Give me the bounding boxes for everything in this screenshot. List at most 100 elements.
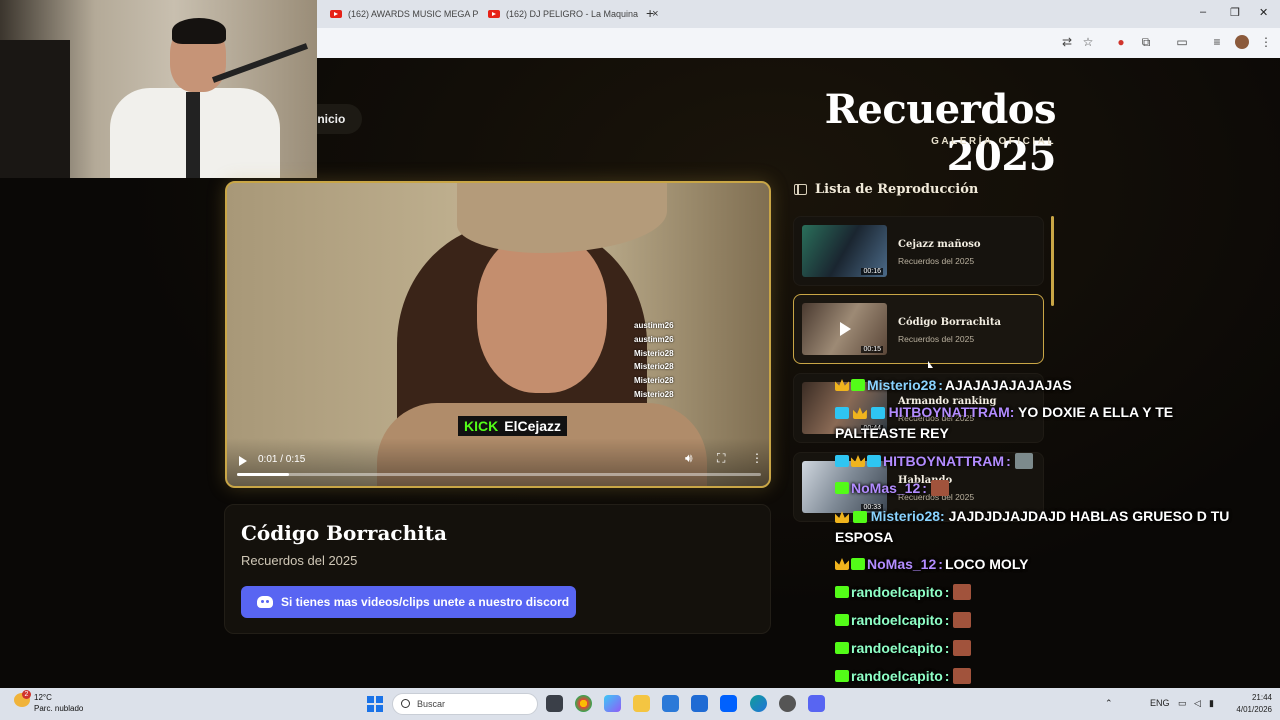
tab-label: (162) DJ PELIGRO - La Maquina: [506, 9, 639, 19]
kick-watermark: KICK ElCejazz: [458, 416, 568, 436]
file-explorer-icon[interactable]: [633, 695, 650, 712]
clock-date[interactable]: 4/01/2026: [1228, 705, 1272, 714]
taskbar-search[interactable]: Buscar: [392, 693, 538, 715]
profile-avatar[interactable]: [1235, 35, 1249, 49]
crown-badge-icon: [851, 455, 865, 467]
discord-button[interactable]: Si tienes mas videos/clips unete a nuest…: [241, 586, 576, 618]
battery-icon[interactable]: ▮: [1209, 698, 1214, 709]
clock-time[interactable]: 21:44: [1240, 693, 1272, 702]
chat-message: HITBOYNATTRAM: YO DOXIE A ELLA Y TE PALT…: [835, 404, 1174, 441]
language-indicator[interactable]: ENG: [1150, 698, 1170, 708]
chat-message: randoelcapito:: [835, 612, 972, 628]
crown-badge-icon: [835, 558, 849, 570]
chat-message: Misterio28: AJAJAJAJAJAJAS: [835, 377, 1072, 393]
kick-badge-icon: [835, 670, 849, 682]
verified-badge-icon: [835, 455, 849, 467]
kick-badge-icon: [851, 558, 865, 570]
video-info-card: Código Borrachita Recuerdos del 2025 Si …: [224, 504, 771, 634]
volume-icon[interactable]: 🔊︎: [685, 451, 693, 466]
dropbox-icon[interactable]: [720, 695, 737, 712]
playlist-thumbnail: 00:15: [802, 303, 887, 355]
play-icon[interactable]: [239, 456, 247, 466]
play-icon: [840, 322, 851, 336]
gem-badge-icon: [867, 455, 881, 467]
playlist-heading: Lista de Reproducción: [794, 182, 978, 197]
cast-icon[interactable]: ▭: [1175, 35, 1189, 49]
gem-badge-icon: [870, 407, 885, 420]
discord-taskbar-icon[interactable]: [808, 695, 825, 712]
more-options-icon[interactable]: ⋮: [751, 451, 763, 465]
webcam-overlay: [0, 0, 317, 178]
settings-gear-icon[interactable]: [779, 695, 796, 712]
browser-tab-1[interactable]: (162) AWARDS MUSIC MEGA P ×: [330, 4, 499, 24]
extensions-icon[interactable]: ⧉: [1139, 35, 1153, 49]
opera-icon[interactable]: ●: [1114, 35, 1128, 49]
playlist-scrollbar[interactable]: [1051, 216, 1054, 306]
video-progress-bar[interactable]: [237, 473, 761, 476]
tab-label: (162) AWARDS MUSIC MEGA P: [348, 9, 479, 19]
video-title: Código Borrachita: [241, 521, 447, 545]
chat-message: Misterio28: JAJDJDJAJDAJD HABLAS GRUESO …: [835, 508, 1230, 545]
edge-icon[interactable]: [750, 695, 767, 712]
kick-badge-icon: [835, 586, 849, 598]
playlist-thumbnail: 00:16: [802, 225, 887, 277]
store-icon[interactable]: [662, 695, 679, 712]
kick-badge-icon: [835, 614, 849, 626]
restore-icon[interactable]: ❐: [1230, 6, 1240, 19]
volume-tray-icon[interactable]: ◁: [1194, 698, 1201, 709]
kick-badge-icon: [835, 482, 849, 494]
chrome-icon[interactable]: [575, 695, 592, 712]
weather-badge: 2: [22, 690, 31, 699]
crown-badge-icon: [835, 379, 849, 391]
video-time: 0:01 / 0:15: [258, 454, 306, 465]
crown-badge-icon: [852, 407, 867, 420]
chat-message: randoelcapito:: [835, 584, 972, 600]
copilot-icon[interactable]: [604, 695, 621, 712]
emote-icon: [953, 668, 972, 684]
video-progress-fill: [237, 473, 290, 476]
chat-message: HITBOYNATTRAM:: [835, 453, 1033, 469]
emote-icon: [953, 640, 972, 656]
fullscreen-icon[interactable]: ⛶: [717, 451, 725, 466]
video-subtitle: Recuerdos del 2025: [241, 553, 358, 568]
playlist-item-active[interactable]: 00:15 Código Borrachita Recuerdos del 20…: [793, 294, 1044, 364]
browser-tab-2[interactable]: (162) DJ PELIGRO - La Maquina ×: [488, 4, 659, 24]
video-controls: 0:01 / 0:15 🔊︎ ⛶ ⋮: [227, 438, 769, 486]
task-view-icon[interactable]: [546, 695, 563, 712]
kick-badge-icon: [835, 642, 849, 654]
chat-message: randoelcapito:: [835, 640, 972, 656]
kick-badge-icon: [852, 511, 867, 524]
chat-message: randoelcapito:: [835, 668, 972, 684]
film-icon: [794, 183, 807, 195]
video-chat-overlay: austinm26 austinm26 Misterio28 Misterio2…: [634, 321, 674, 399]
reading-list-icon[interactable]: ≡: [1210, 35, 1224, 49]
search-icon: [401, 699, 410, 708]
menu-dots-icon[interactable]: ⋮: [1259, 35, 1273, 49]
site-subtitle: GALERÍA OFICIAL: [931, 136, 1056, 147]
video-player[interactable]: austinm26 austinm26 Misterio28 Misterio2…: [225, 181, 771, 488]
outlook-icon[interactable]: [691, 695, 708, 712]
youtube-icon: [330, 10, 342, 18]
chat-message: NoMas_12:: [835, 480, 949, 496]
discord-icon: [257, 596, 273, 608]
minimize-icon[interactable]: –: [1200, 6, 1206, 18]
site-title: Recuerdos 2025: [824, 86, 1057, 180]
network-icon[interactable]: ▭: [1178, 698, 1187, 709]
bookmark-star-icon[interactable]: ☆: [1081, 35, 1095, 49]
verified-badge-icon: [835, 407, 849, 420]
playlist-item[interactable]: 00:16 Cejazz mañoso Recuerdos del 2025: [793, 216, 1044, 286]
crown-badge-icon: [835, 511, 849, 524]
emote-icon: [1014, 453, 1033, 469]
tray-overflow-icon[interactable]: ⌃: [1105, 698, 1113, 709]
weather-desc: Parc. nublado: [34, 704, 84, 713]
windows-start-icon[interactable]: [367, 696, 383, 712]
translate-icon[interactable]: ⇄: [1060, 35, 1074, 49]
emote-icon: [930, 480, 949, 496]
screen: (162) AWARDS MUSIC MEGA P × (162) DJ PEL…: [0, 0, 1280, 720]
chat-message: NoMas_12: LOCO MOLY: [835, 556, 1028, 572]
new-tab-icon[interactable]: +: [646, 5, 654, 21]
weather-temp: 12°C: [34, 693, 52, 702]
taskbar: 2 12°C Parc. nublado Buscar ⌃ ENG ▭ ◁ ▮ …: [0, 688, 1280, 720]
close-window-icon[interactable]: ✕: [1259, 6, 1268, 19]
kick-badge-icon: [851, 379, 865, 391]
